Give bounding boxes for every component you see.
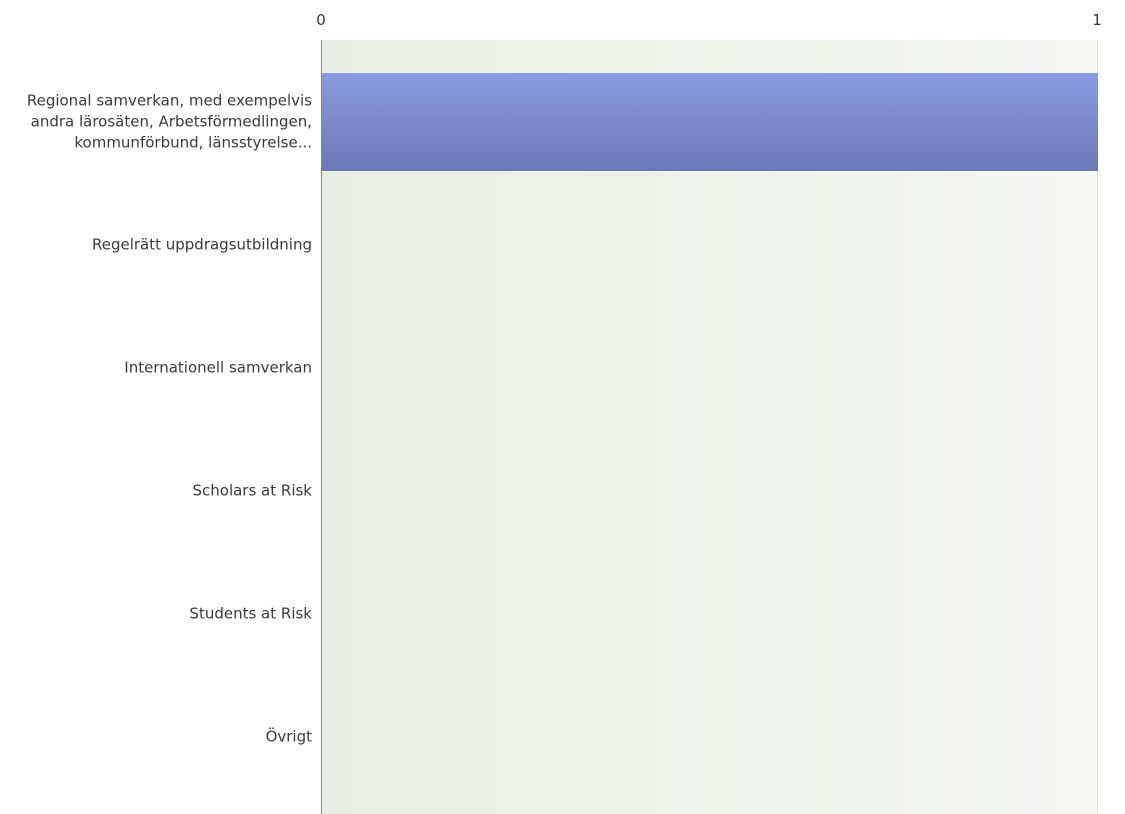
bar xyxy=(322,73,1098,171)
x-tick-label: 0 xyxy=(316,11,326,29)
category-label: Regelrätt uppdragsutbildning xyxy=(91,235,312,254)
chart: 0 1 Regional samverkan, med exempelvis an… xyxy=(0,0,1125,814)
category-label: Regional samverkan, med exempelvis andra… xyxy=(26,91,312,152)
category-label: Students at Risk xyxy=(189,604,312,623)
x-tick-label: 1 xyxy=(1092,11,1102,29)
category-label: Internationell samverkan xyxy=(124,358,312,377)
category-label: Övrigt xyxy=(265,727,312,746)
category-label: Scholars at Risk xyxy=(192,481,313,500)
bars xyxy=(322,73,1098,171)
